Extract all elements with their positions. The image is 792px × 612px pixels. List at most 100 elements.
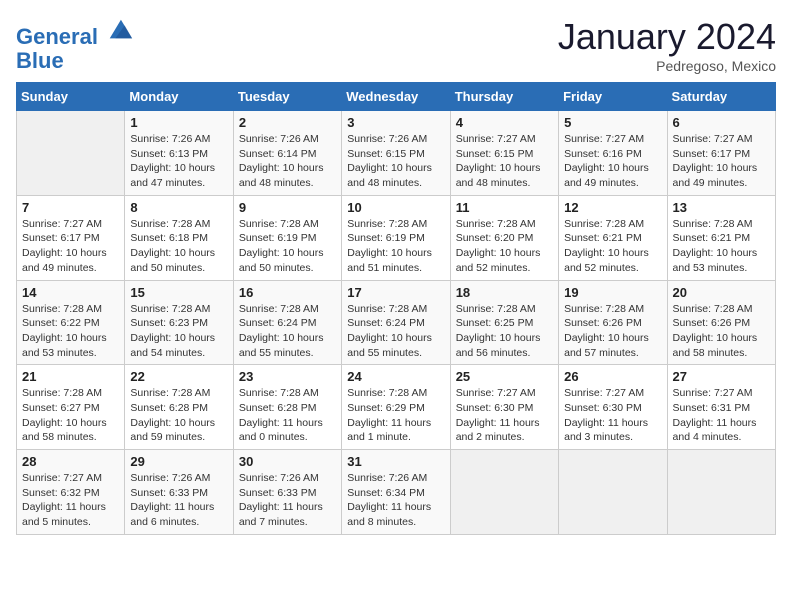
calendar-cell: 14 Sunrise: 7:28 AM Sunset: 6:22 PM Dayli…	[17, 280, 125, 365]
calendar-cell: 1Sunrise: 7:26 AM Sunset: 6:13 PM Daylig…	[125, 111, 233, 196]
day-info: Sunrise: 7:26 AM Sunset: 6:34 PM Dayligh…	[347, 471, 444, 530]
day-number: 10	[347, 200, 444, 215]
day-number: 4	[456, 115, 553, 130]
day-number: 21	[22, 369, 119, 384]
calendar-cell	[450, 450, 558, 535]
calendar-cell: 8 Sunrise: 7:28 AM Sunset: 6:18 PM Daylig…	[125, 195, 233, 280]
logo: General Blue	[16, 16, 134, 73]
calendar-week-row: 21 Sunrise: 7:28 AM Sunset: 6:27 PM Dayli…	[17, 365, 776, 450]
calendar-table: SundayMondayTuesdayWednesdayThursdayFrid…	[16, 82, 776, 535]
month-title: January 2024	[558, 16, 776, 58]
calendar-cell: 9 Sunrise: 7:28 AM Sunset: 6:19 PM Daylig…	[233, 195, 341, 280]
day-number: 9	[239, 200, 336, 215]
day-info: Sunrise: 7:28 AM Sunset: 6:21 PM Dayligh…	[673, 217, 770, 276]
day-info: Sunrise: 7:28 AM Sunset: 6:28 PM Dayligh…	[239, 386, 336, 445]
day-number: 31	[347, 454, 444, 469]
day-info: Sunrise: 7:28 AM Sunset: 6:26 PM Dayligh…	[673, 302, 770, 361]
calendar-week-row: 7 Sunrise: 7:27 AM Sunset: 6:17 PM Daylig…	[17, 195, 776, 280]
calendar-week-row: 1Sunrise: 7:26 AM Sunset: 6:13 PM Daylig…	[17, 111, 776, 196]
day-number: 16	[239, 285, 336, 300]
logo-text: General	[16, 16, 134, 49]
calendar-cell	[559, 450, 667, 535]
calendar-cell: 3Sunrise: 7:26 AM Sunset: 6:15 PM Daylig…	[342, 111, 450, 196]
day-number: 12	[564, 200, 661, 215]
calendar-cell: 23 Sunrise: 7:28 AM Sunset: 6:28 PM Dayli…	[233, 365, 341, 450]
day-number: 29	[130, 454, 227, 469]
day-info: Sunrise: 7:28 AM Sunset: 6:19 PM Dayligh…	[347, 217, 444, 276]
day-info: Sunrise: 7:28 AM Sunset: 6:20 PM Dayligh…	[456, 217, 553, 276]
calendar-cell	[17, 111, 125, 196]
day-info: Sunrise: 7:28 AM Sunset: 6:27 PM Dayligh…	[22, 386, 119, 445]
calendar-cell: 26Sunrise: 7:27 AM Sunset: 6:30 PM Dayli…	[559, 365, 667, 450]
day-number: 25	[456, 369, 553, 384]
day-info: Sunrise: 7:28 AM Sunset: 6:24 PM Dayligh…	[347, 302, 444, 361]
day-number: 27	[673, 369, 770, 384]
day-number: 19	[564, 285, 661, 300]
calendar-cell: 16 Sunrise: 7:28 AM Sunset: 6:24 PM Dayli…	[233, 280, 341, 365]
day-info: Sunrise: 7:28 AM Sunset: 6:25 PM Dayligh…	[456, 302, 553, 361]
calendar-cell: 25 Sunrise: 7:27 AM Sunset: 6:30 PM Dayli…	[450, 365, 558, 450]
day-info: Sunrise: 7:28 AM Sunset: 6:24 PM Dayligh…	[239, 302, 336, 361]
calendar-cell: 24Sunrise: 7:28 AM Sunset: 6:29 PM Dayli…	[342, 365, 450, 450]
day-info: Sunrise: 7:26 AM Sunset: 6:14 PM Dayligh…	[239, 132, 336, 191]
day-info: Sunrise: 7:28 AM Sunset: 6:21 PM Dayligh…	[564, 217, 661, 276]
day-info: Sunrise: 7:28 AM Sunset: 6:22 PM Dayligh…	[22, 302, 119, 361]
column-header-thursday: Thursday	[450, 83, 558, 111]
day-info: Sunrise: 7:28 AM Sunset: 6:18 PM Dayligh…	[130, 217, 227, 276]
calendar-body: 1Sunrise: 7:26 AM Sunset: 6:13 PM Daylig…	[17, 111, 776, 535]
title-block: January 2024 Pedregoso, Mexico	[558, 16, 776, 74]
day-info: Sunrise: 7:28 AM Sunset: 6:19 PM Dayligh…	[239, 217, 336, 276]
day-info: Sunrise: 7:27 AM Sunset: 6:17 PM Dayligh…	[673, 132, 770, 191]
day-number: 23	[239, 369, 336, 384]
column-header-saturday: Saturday	[667, 83, 775, 111]
day-number: 2	[239, 115, 336, 130]
day-info: Sunrise: 7:28 AM Sunset: 6:26 PM Dayligh…	[564, 302, 661, 361]
calendar-cell: 28 Sunrise: 7:27 AM Sunset: 6:32 PM Dayli…	[17, 450, 125, 535]
day-number: 26	[564, 369, 661, 384]
day-info: Sunrise: 7:27 AM Sunset: 6:32 PM Dayligh…	[22, 471, 119, 530]
column-header-friday: Friday	[559, 83, 667, 111]
calendar-cell: 22 Sunrise: 7:28 AM Sunset: 6:28 PM Dayli…	[125, 365, 233, 450]
page-header: General Blue January 2024 Pedregoso, Mex…	[16, 16, 776, 74]
logo-icon	[106, 16, 134, 44]
day-info: Sunrise: 7:26 AM Sunset: 6:33 PM Dayligh…	[130, 471, 227, 530]
day-info: Sunrise: 7:26 AM Sunset: 6:13 PM Dayligh…	[130, 132, 227, 191]
day-number: 14	[22, 285, 119, 300]
day-number: 28	[22, 454, 119, 469]
column-header-tuesday: Tuesday	[233, 83, 341, 111]
calendar-cell: 29 Sunrise: 7:26 AM Sunset: 6:33 PM Dayli…	[125, 450, 233, 535]
calendar-cell: 4Sunrise: 7:27 AM Sunset: 6:15 PM Daylig…	[450, 111, 558, 196]
day-info: Sunrise: 7:28 AM Sunset: 6:28 PM Dayligh…	[130, 386, 227, 445]
calendar-cell	[667, 450, 775, 535]
day-info: Sunrise: 7:26 AM Sunset: 6:33 PM Dayligh…	[239, 471, 336, 530]
calendar-header-row: SundayMondayTuesdayWednesdayThursdayFrid…	[17, 83, 776, 111]
calendar-cell: 15Sunrise: 7:28 AM Sunset: 6:23 PM Dayli…	[125, 280, 233, 365]
day-info: Sunrise: 7:27 AM Sunset: 6:30 PM Dayligh…	[456, 386, 553, 445]
calendar-cell: 13 Sunrise: 7:28 AM Sunset: 6:21 PM Dayli…	[667, 195, 775, 280]
location: Pedregoso, Mexico	[558, 58, 776, 74]
column-header-wednesday: Wednesday	[342, 83, 450, 111]
day-number: 7	[22, 200, 119, 215]
day-number: 5	[564, 115, 661, 130]
calendar-cell: 6 Sunrise: 7:27 AM Sunset: 6:17 PM Daylig…	[667, 111, 775, 196]
calendar-week-row: 28 Sunrise: 7:27 AM Sunset: 6:32 PM Dayli…	[17, 450, 776, 535]
day-number: 8	[130, 200, 227, 215]
calendar-cell: 5 Sunrise: 7:27 AM Sunset: 6:16 PM Daylig…	[559, 111, 667, 196]
logo-blue-text: Blue	[16, 49, 134, 73]
day-info: Sunrise: 7:27 AM Sunset: 6:16 PM Dayligh…	[564, 132, 661, 191]
calendar-week-row: 14 Sunrise: 7:28 AM Sunset: 6:22 PM Dayli…	[17, 280, 776, 365]
day-number: 13	[673, 200, 770, 215]
day-number: 6	[673, 115, 770, 130]
calendar-cell: 19 Sunrise: 7:28 AM Sunset: 6:26 PM Dayli…	[559, 280, 667, 365]
day-info: Sunrise: 7:28 AM Sunset: 6:29 PM Dayligh…	[347, 386, 444, 445]
calendar-cell: 10 Sunrise: 7:28 AM Sunset: 6:19 PM Dayli…	[342, 195, 450, 280]
calendar-cell: 17Sunrise: 7:28 AM Sunset: 6:24 PM Dayli…	[342, 280, 450, 365]
day-number: 18	[456, 285, 553, 300]
day-info: Sunrise: 7:27 AM Sunset: 6:17 PM Dayligh…	[22, 217, 119, 276]
calendar-cell: 20 Sunrise: 7:28 AM Sunset: 6:26 PM Dayli…	[667, 280, 775, 365]
calendar-cell: 7 Sunrise: 7:27 AM Sunset: 6:17 PM Daylig…	[17, 195, 125, 280]
day-number: 20	[673, 285, 770, 300]
day-number: 11	[456, 200, 553, 215]
day-number: 22	[130, 369, 227, 384]
calendar-cell: 30Sunrise: 7:26 AM Sunset: 6:33 PM Dayli…	[233, 450, 341, 535]
